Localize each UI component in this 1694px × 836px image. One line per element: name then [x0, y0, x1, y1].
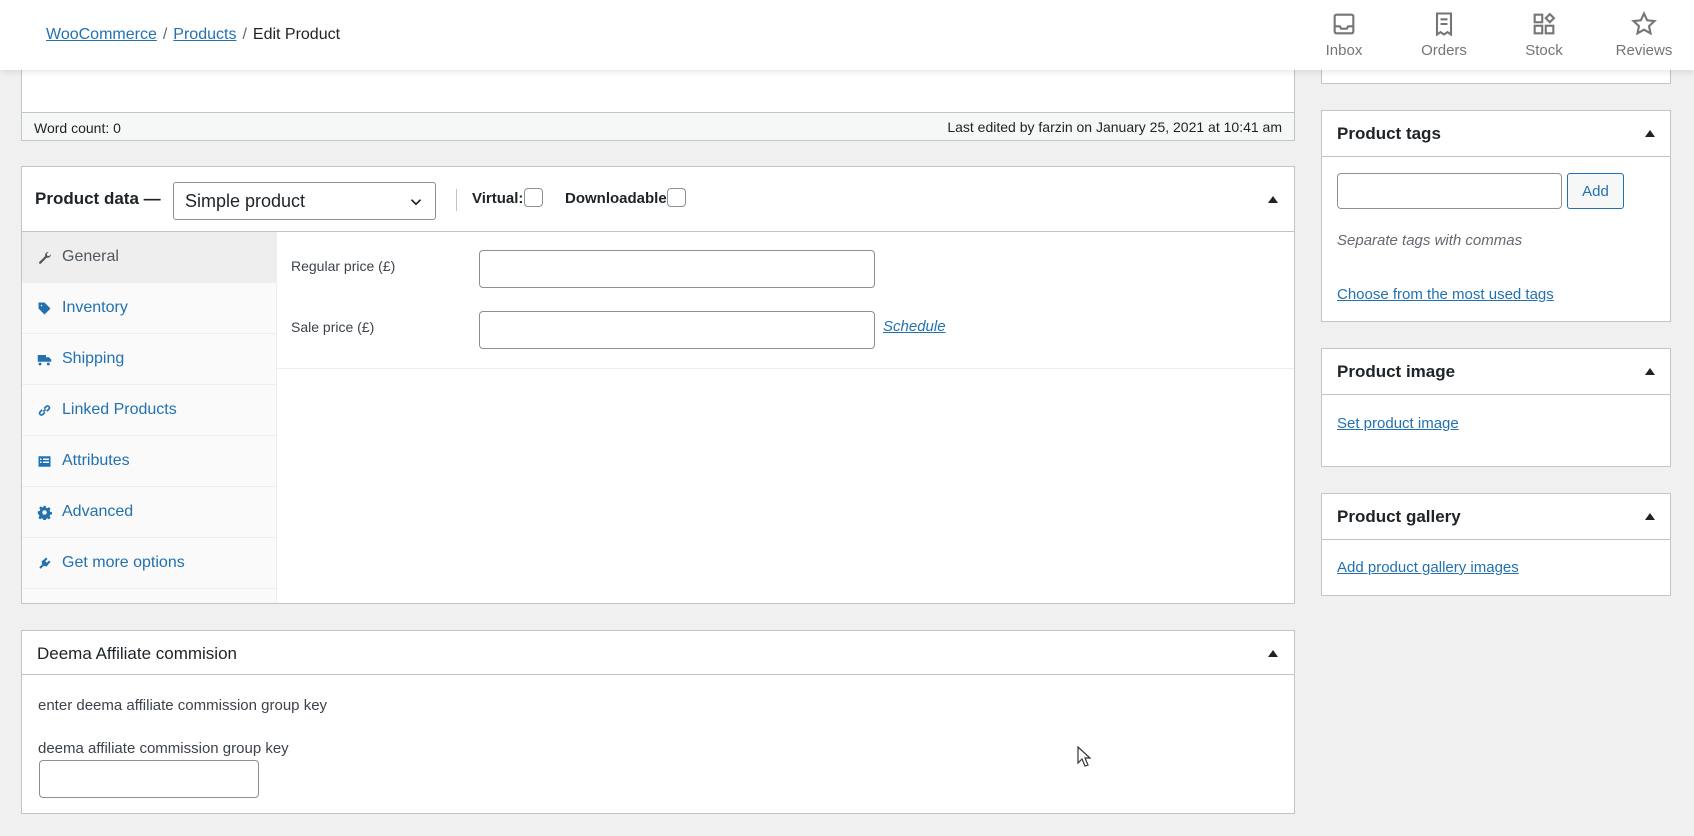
product-tags-box: Product tags Add Separate tags with comm…	[1321, 110, 1671, 322]
deema-field-label: deema affiliate commission group key	[38, 740, 289, 757]
tab-attributes-label: Attributes	[62, 452, 130, 469]
sale-price-label: Sale price (£)	[291, 319, 375, 335]
header-divider	[456, 189, 457, 211]
activity-stock-button[interactable]: Stock	[1494, 0, 1594, 70]
wrench-icon	[36, 249, 52, 265]
product-tags-title: Product tags	[1337, 124, 1441, 143]
activity-reviews-button[interactable]: Reviews	[1594, 0, 1694, 70]
star-icon	[1631, 11, 1657, 36]
regular-price-label: Regular price (£)	[291, 258, 396, 274]
editor-status-bar: Word count: 0 Last edited by farzin on J…	[21, 112, 1295, 141]
new-tag-input[interactable]	[1337, 173, 1562, 209]
last-edited-info: Last edited by farzin on January 25, 202…	[947, 119, 1282, 135]
add-tag-button[interactable]: Add	[1567, 173, 1624, 209]
inbox-icon	[1333, 13, 1355, 35]
product-data-title: Product data —	[35, 189, 161, 208]
product-data-header: Product data — Simple product Virtual: D…	[22, 167, 1294, 232]
tab-attributes[interactable]: Attributes	[22, 436, 276, 487]
product-gallery-header: Product gallery	[1322, 494, 1670, 540]
tab-get-more-options-label: Get more options	[62, 554, 185, 571]
tab-general-label: General	[62, 248, 119, 265]
tab-linked-products[interactable]: Linked Products	[22, 385, 276, 436]
mouse-cursor-icon	[1077, 746, 1091, 767]
regular-price-input[interactable]	[479, 250, 875, 288]
activity-inbox-button[interactable]: Inbox	[1294, 0, 1394, 70]
tab-advanced[interactable]: Advanced	[22, 487, 276, 538]
breadcrumb: WooCommerce / Products / Edit Product	[46, 26, 340, 44]
tab-inventory[interactable]: Inventory	[22, 283, 276, 334]
tag-icon	[36, 300, 52, 316]
panel-toggle-icon[interactable]	[1645, 130, 1655, 137]
tab-shipping[interactable]: Shipping	[22, 334, 276, 385]
downloadable-checkbox[interactable]	[667, 188, 686, 207]
deema-affiliate-panel: Deema Affiliate commision enter deema af…	[21, 630, 1295, 814]
deema-group-key-input[interactable]	[39, 760, 259, 798]
truck-icon	[36, 351, 52, 367]
gear-icon	[36, 504, 52, 520]
content-editor-area[interactable]	[21, 70, 1295, 113]
panel-toggle-icon[interactable]	[1268, 196, 1278, 203]
add-gallery-images-link[interactable]: Add product gallery images	[1337, 559, 1519, 576]
panel-toggle-icon[interactable]	[1645, 513, 1655, 520]
panel-toggle-icon[interactable]	[1268, 650, 1278, 657]
product-type-select[interactable]: Simple product	[173, 182, 436, 220]
stock-icon	[1533, 12, 1556, 35]
product-image-header: Product image	[1322, 349, 1670, 395]
panel-toggle-icon[interactable]	[1645, 368, 1655, 375]
woocommerce-header: WooCommerce / Products / Edit Product Inbox …	[0, 0, 1694, 70]
list-icon	[36, 453, 52, 469]
deema-affiliate-title: Deema Affiliate commision	[37, 644, 237, 663]
sale-price-input[interactable]	[479, 311, 875, 349]
tab-get-more-options[interactable]: Get more options	[22, 538, 276, 589]
virtual-label: Virtual:	[472, 190, 524, 207]
most-used-tags-link[interactable]: Choose from the most used tags	[1337, 286, 1554, 303]
plugin-icon	[36, 555, 52, 571]
product-image-title: Product image	[1337, 362, 1456, 381]
activity-orders-button[interactable]: Orders	[1394, 0, 1494, 70]
deema-affiliate-header: Deema Affiliate commision	[22, 631, 1294, 675]
activity-orders-label: Orders	[1421, 42, 1467, 59]
breadcrumb-separator: /	[162, 26, 168, 43]
product-gallery-box: Product gallery Add product gallery imag…	[1321, 493, 1671, 596]
product-data-panel: Product data — Simple product Virtual: D…	[21, 166, 1295, 604]
product-image-box: Product image Set product image	[1321, 348, 1671, 467]
product-type-value: Simple product	[185, 191, 306, 211]
product-gallery-title: Product gallery	[1337, 507, 1461, 526]
activity-inbox-label: Inbox	[1325, 42, 1363, 59]
tab-shipping-label: Shipping	[62, 350, 125, 367]
deema-description: enter deema affiliate commission group k…	[38, 697, 328, 714]
downloadable-label: Downloadable:	[565, 190, 672, 207]
breadcrumb-current: Edit Product	[252, 26, 341, 43]
schedule-link[interactable]: Schedule	[883, 318, 946, 335]
tab-advanced-label: Advanced	[62, 503, 134, 520]
tab-general[interactable]: General	[22, 232, 276, 283]
orders-icon	[1435, 12, 1453, 37]
set-product-image-link[interactable]: Set product image	[1337, 415, 1459, 432]
product-tags-header: Product tags	[1322, 111, 1670, 157]
activity-reviews-label: Reviews	[1615, 42, 1673, 59]
breadcrumb-products-link[interactable]: Products	[173, 26, 236, 43]
chevron-down-icon	[410, 199, 422, 206]
tab-linked-products-label: Linked Products	[62, 401, 177, 418]
word-count: Word count: 0	[34, 120, 121, 136]
breadcrumb-woocommerce-link[interactable]: WooCommerce	[46, 26, 157, 43]
link-icon	[36, 402, 52, 418]
tag-hint: Separate tags with commas	[1337, 232, 1523, 249]
activity-stock-label: Stock	[1525, 42, 1563, 59]
sidebar-box-partial	[1321, 70, 1671, 84]
breadcrumb-separator: /	[242, 26, 247, 43]
tab-inventory-label: Inventory	[62, 299, 128, 316]
activity-panel: Inbox Orders Stock Reviews	[1294, 0, 1694, 70]
product-data-tabs: General Inventory Shipping Linked Produc…	[22, 232, 277, 603]
virtual-checkbox[interactable]	[524, 188, 543, 207]
